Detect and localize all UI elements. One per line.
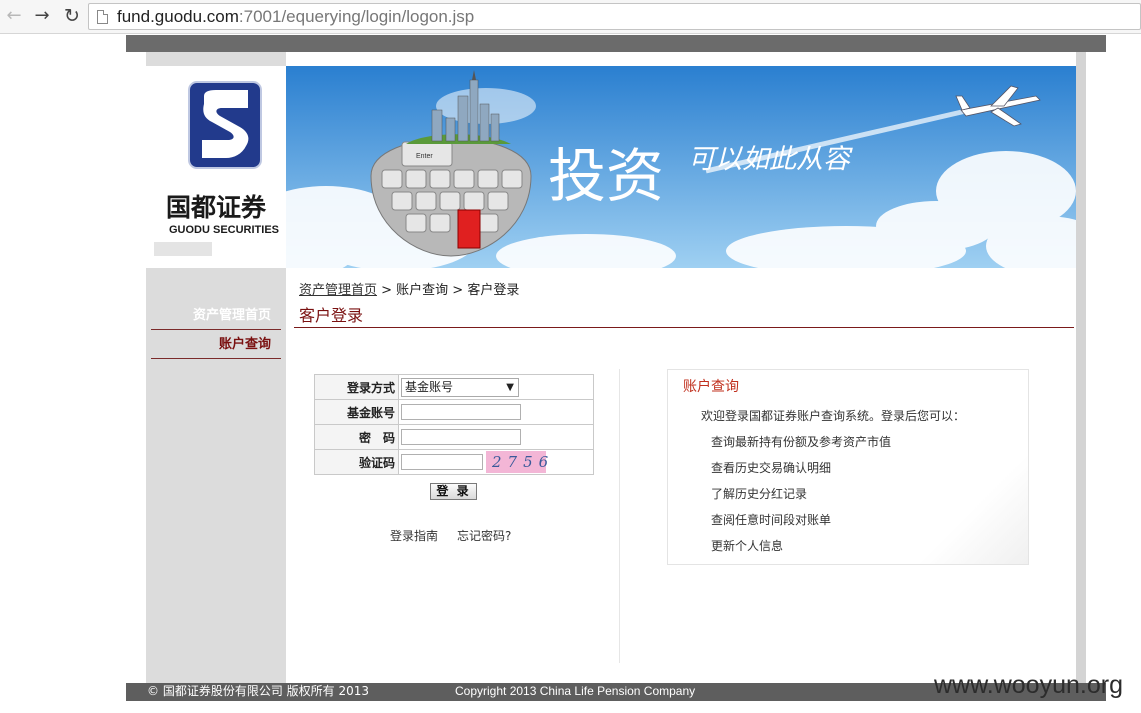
account-row: 基金账号 [314, 399, 594, 425]
footer-cutoff [126, 701, 1141, 713]
url-text[interactable]: fund.guodu.com:7001/equerying/login/logo… [117, 6, 474, 28]
footer-copyright-cn: © 国都证券股份有限公司 版权所有 2013 [147, 684, 369, 698]
banner-headline: 投资 [548, 142, 664, 210]
guodu-logo-icon: 国都证券 GUODU SECURITIES [154, 81, 279, 256]
forward-arrow-icon[interactable]: → [30, 5, 54, 27]
info-item: 查看历史交易确认明细 [711, 461, 832, 475]
enter-key-label: Enter [416, 153, 433, 160]
login-method-value: 基金账号 [405, 379, 454, 394]
footer-copyright-en: Copyright 2013 China Life Pension Compan… [455, 684, 696, 698]
login-method-label: 登录方式 [314, 374, 399, 400]
content-top-strip [286, 52, 1076, 66]
password-label: 密 码 [314, 424, 399, 450]
page-icon [97, 10, 108, 24]
login-guide-link[interactable]: 登录指南 [390, 527, 438, 544]
browser-toolbar: ← → ↻ fund.guodu.com:7001/equerying/logi… [0, 0, 1141, 34]
right-edge [1076, 52, 1086, 687]
account-input[interactable] [401, 404, 521, 420]
title-divider [294, 327, 1074, 328]
info-item: 了解历史分红记录 [711, 487, 808, 501]
captcha-image[interactable]: 2756 [486, 451, 548, 473]
captcha-input[interactable] [401, 454, 483, 470]
info-intro: 欢迎登录国都证券账户查询系统。登录后您可以： [701, 409, 966, 423]
logo-en-text: GUODU SECURITIES [169, 224, 279, 236]
info-title: 账户查询 [683, 379, 739, 395]
login-form: 登录方式 基金账号 ▼ 基金账号 密 码 验证码 2756 [314, 374, 594, 475]
back-arrow-icon[interactable]: ← [2, 5, 26, 27]
logo-cn-text: 国都证券 [166, 193, 267, 222]
info-item: 查阅任意时间段对账单 [711, 513, 832, 527]
breadcrumb-trail: > 账户查询 > 客户登录 [377, 283, 520, 298]
login-button[interactable]: 登 录 [430, 483, 477, 500]
captcha-row: 验证码 2756 [314, 449, 594, 475]
breadcrumb: 资产管理首页 > 账户查询 > 客户登录 [299, 279, 519, 298]
logo: 国都证券 GUODU SECURITIES [146, 66, 286, 268]
address-bar[interactable]: fund.guodu.com:7001/equerying/login/logo… [88, 3, 1141, 30]
login-method-row: 登录方式 基金账号 ▼ [314, 374, 594, 400]
column-divider [619, 369, 620, 663]
dropdown-arrow-icon: ▼ [506, 381, 514, 393]
forgot-password-link[interactable]: 忘记密码? [457, 527, 511, 544]
top-bar [126, 35, 1106, 52]
sidebar-item-account-query[interactable]: 账户查询 [151, 331, 281, 359]
page-title: 客户登录 [299, 306, 364, 325]
account-label: 基金账号 [314, 399, 399, 425]
login-method-select[interactable]: 基金账号 ▼ [401, 377, 519, 397]
password-row: 密 码 [314, 424, 594, 450]
sidebar-item-asset-home[interactable]: 资产管理首页 [151, 302, 281, 330]
banner-image: Enter 投资 可以如此从容 [286, 66, 1076, 268]
info-item: 查询最新持有份额及参考资产市值 [711, 435, 892, 449]
password-input[interactable] [401, 429, 521, 445]
captcha-label: 验证码 [314, 449, 399, 475]
info-item: 更新个人信息 [711, 539, 784, 553]
banner-tagline: 可以如此从容 [688, 144, 853, 175]
watermark: www.wooyun.org [934, 671, 1123, 699]
breadcrumb-home-link[interactable]: 资产管理首页 [299, 283, 377, 298]
reload-icon[interactable]: ↻ [60, 5, 84, 27]
banner: Enter 投资 可以如此从容 [286, 66, 1076, 268]
